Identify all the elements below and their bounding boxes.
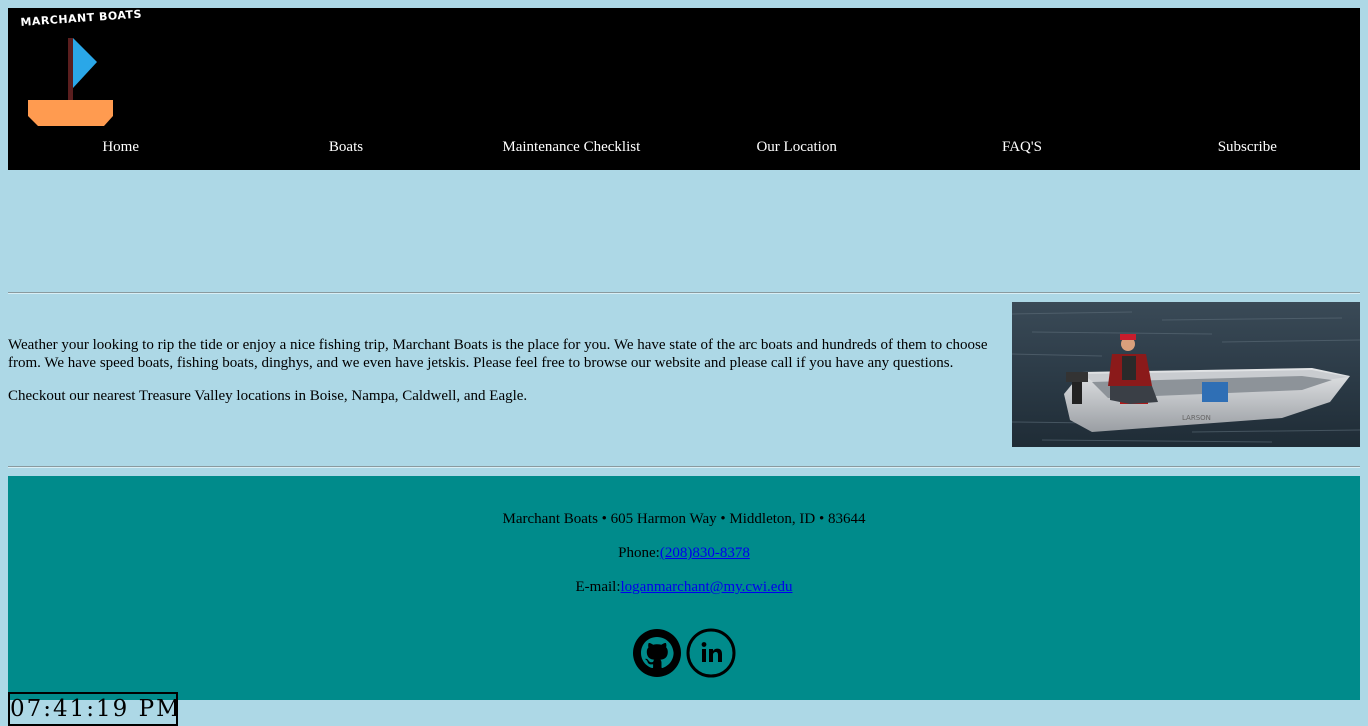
main-nav: Home Boats Maintenance Checklist Our Loc… — [8, 134, 1360, 160]
intro-section: Weather your looking to rip the tide or … — [8, 336, 1008, 420]
github-icon[interactable] — [632, 628, 682, 678]
page: MARCHANT BOATS Home Boats Maintenance Ch… — [0, 0, 1368, 726]
email-label: E-mail: — [575, 579, 621, 595]
phone-link[interactable]: (208)830-8378 — [660, 545, 750, 561]
linkedin-icon[interactable] — [686, 628, 736, 678]
intro-paragraph: Weather your looking to rip the tide or … — [8, 337, 988, 371]
nav-item-faqs[interactable]: FAQ'S — [909, 134, 1134, 160]
footer-address: Marchant Boats • 605 Harmon Way • Middle… — [502, 511, 866, 527]
site-footer: Marchant Boats • 605 Harmon Way • Middle… — [8, 476, 1360, 700]
nav-item-subscribe[interactable]: Subscribe — [1135, 134, 1360, 160]
nav-item-home[interactable]: Home — [8, 134, 233, 160]
site-header: MARCHANT BOATS Home Boats Maintenance Ch… — [8, 8, 1360, 170]
digital-clock: 07:41:19 PM — [8, 692, 178, 726]
footer-email-line: E-mail:loganmarchant@my.cwi.edu — [8, 578, 1360, 596]
divider-bottom — [8, 466, 1360, 468]
site-logo[interactable]: MARCHANT BOATS — [20, 8, 142, 128]
nav-item-our-location[interactable]: Our Location — [684, 134, 909, 160]
phone-label: Phone: — [618, 545, 660, 561]
divider-top — [8, 292, 1360, 294]
svg-text:LARSON: LARSON — [1182, 414, 1211, 422]
footer-phone-line: Phone:(208)830-8378 — [8, 544, 1360, 562]
social-links — [632, 628, 736, 680]
locations-paragraph: Checkout our nearest Treasure Valley loc… — [8, 388, 528, 404]
fishing-boat-photo: LARSON — [1012, 302, 1360, 447]
nav-item-maintenance-checklist[interactable]: Maintenance Checklist — [459, 134, 684, 160]
email-link[interactable]: loganmarchant@my.cwi.edu — [621, 579, 793, 595]
nav-item-boats[interactable]: Boats — [233, 134, 458, 160]
